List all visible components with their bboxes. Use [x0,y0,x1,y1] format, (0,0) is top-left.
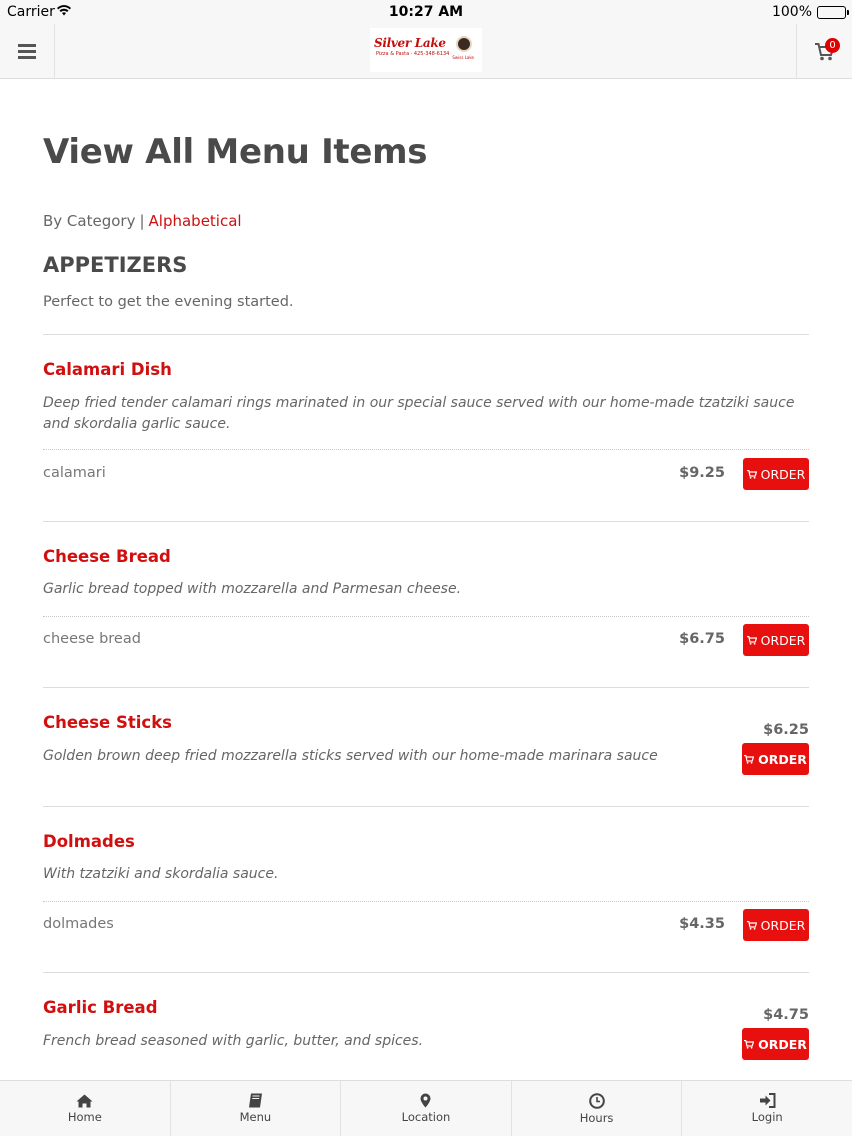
order-button[interactable]: ORDER [743,458,809,490]
home-icon [76,1094,93,1107]
order-label: ORDER [758,751,807,767]
tab-label: Login [751,1110,783,1124]
cart-icon [744,1039,755,1049]
tab-label: Menu [239,1110,272,1124]
battery-percent: 100% [771,4,812,20]
login-icon [759,1093,776,1108]
cart-icon [744,754,755,764]
order-label: ORDER [760,917,806,933]
tab-label: Location [401,1110,451,1124]
logo-mascot-label: Swiss Lake [452,55,474,60]
divider [43,972,809,973]
divider [43,521,809,522]
order-label: ORDER [760,466,806,482]
tab-login[interactable]: Login [682,1081,852,1136]
item-size-label: cheese bread [43,631,141,647]
item-price: $9.25 [679,465,725,481]
item-name[interactable]: Calamari Dish [43,360,172,379]
battery-icon [817,6,849,19]
tab-location[interactable]: Location [341,1081,512,1136]
clock-time: 10:27 AM [388,4,464,20]
item-description: French bread seasoned with garlic, butte… [43,1033,424,1049]
divider [43,449,809,450]
category-description: Perfect to get the evening started. [43,294,294,310]
item-description: With tzatziki and skordalia sauce. [43,866,279,882]
divider [43,806,809,807]
status-bar: Carrier 10:27 AM 100% [0,0,852,24]
alphabetical-link[interactable]: Alphabetical [149,212,242,230]
app-header: Silver Lake Pizza & Pasta · 425-348-6134… [0,24,852,79]
tab-home[interactable]: Home [0,1081,171,1136]
item-price: $4.35 [679,916,725,932]
item-price: $6.75 [679,631,725,647]
category-title: APPETIZERS [43,253,188,277]
logo-tagline: Pizza & Pasta · 425-348-6134 [376,51,450,57]
view-separator: | [139,212,145,230]
restaurant-logo[interactable]: Silver Lake Pizza & Pasta · 425-348-6134… [370,28,482,72]
tab-hours[interactable]: Hours [512,1081,683,1136]
cart-icon [746,469,757,479]
cart-button[interactable]: 0 [796,24,852,79]
order-label: ORDER [758,1036,807,1052]
clock-icon [588,1092,605,1109]
cart-icon [746,920,757,930]
order-button[interactable]: ORDER [743,624,809,656]
view-toggle: By Category | Alphabetical [43,212,242,230]
order-button[interactable]: ORDER [742,743,809,775]
item-size-label: dolmades [43,916,114,932]
item-description: Golden brown deep fried mozzarella stick… [43,748,658,764]
item-description: Garlic bread topped with mozzarella and … [43,581,462,597]
order-label: ORDER [760,632,806,648]
item-name[interactable]: Cheese Sticks [43,713,172,732]
page-title: View All Menu Items [43,132,428,172]
hamburger-icon [18,44,36,59]
cart-icon [746,635,757,645]
divider [43,334,809,335]
item-name[interactable]: Cheese Bread [43,547,171,566]
book-icon [248,1093,262,1108]
by-category-link[interactable]: By Category [43,212,135,230]
item-name[interactable]: Dolmades [43,832,135,851]
map-pin-icon [420,1093,431,1108]
hamburger-menu-button[interactable] [0,24,55,79]
tab-label: Home [67,1109,102,1124]
item-price: $6.25 [763,722,809,738]
tab-menu[interactable]: Menu [171,1081,342,1136]
bottom-tab-bar: Home Menu Location Hours Login [0,1080,852,1136]
order-button[interactable]: ORDER [743,909,809,941]
item-price: $4.75 [763,1007,809,1023]
tab-label: Hours [579,1110,614,1125]
divider [43,616,809,617]
divider [43,901,809,902]
logo-name: Silver Lake [374,36,446,50]
item-size-label: calamari [43,465,106,481]
mascot-icon [456,36,472,52]
divider [43,687,809,688]
order-button[interactable]: ORDER [742,1028,809,1060]
item-name[interactable]: Garlic Bread [43,998,158,1017]
cart-count-badge: 0 [825,38,840,53]
item-description: Deep fried tender calamari rings marinat… [43,395,795,432]
